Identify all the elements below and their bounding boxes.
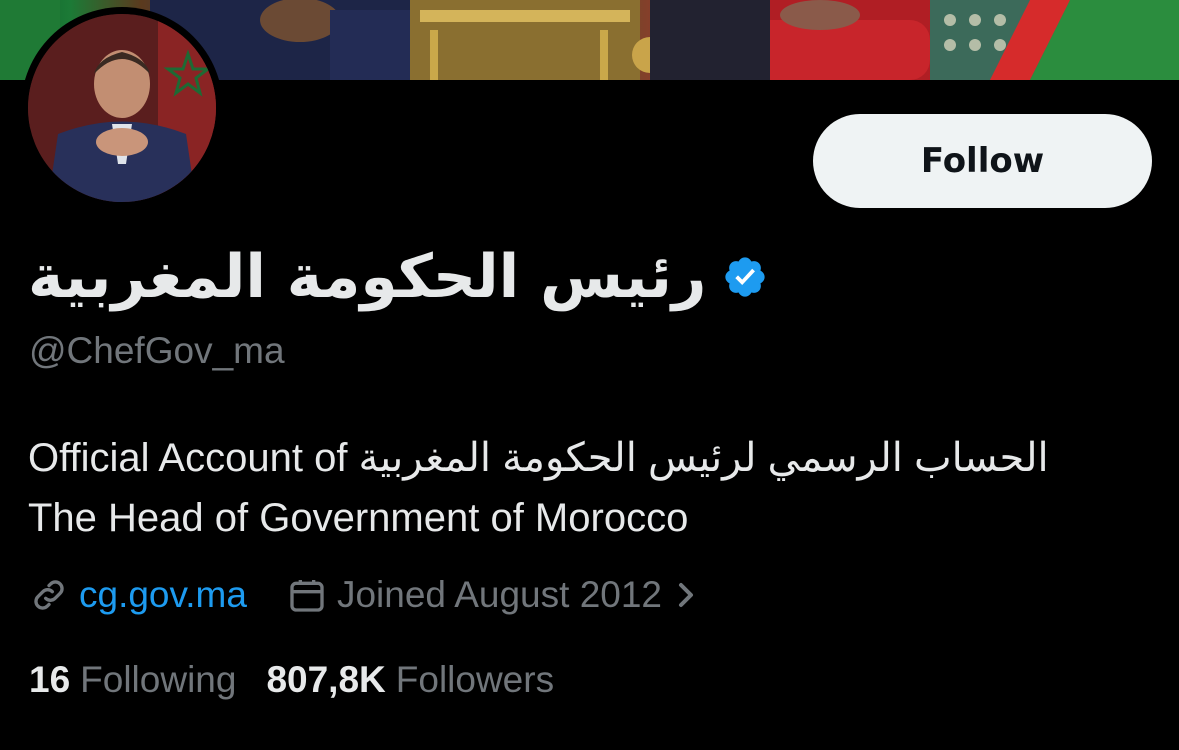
joined-date[interactable]: Joined August 2012 (287, 574, 700, 616)
verified-badge-icon[interactable] (722, 254, 768, 300)
following-count: 16 (29, 659, 71, 700)
following-stat[interactable]: 16 Following (29, 659, 236, 701)
calendar-icon (287, 575, 327, 615)
website-link[interactable]: cg.gov.ma (29, 574, 247, 616)
website-link-text[interactable]: cg.gov.ma (79, 574, 247, 616)
profile-handle: @ChefGov_ma (29, 330, 285, 371)
followers-stat[interactable]: 807,8K Followers (266, 659, 554, 701)
profile-meta: cg.gov.ma Joined August 2012 (29, 570, 700, 620)
follow-button[interactable]: Follow (813, 114, 1152, 208)
link-icon (29, 575, 69, 615)
profile-stats: 16 Following 807,8K Followers (29, 655, 554, 705)
chevron-right-icon[interactable] (672, 575, 700, 615)
profile-bio: Official Account of الحساب الرسمي لرئيس … (28, 428, 1148, 548)
display-name: رئيس الحكومة المغربية (28, 242, 707, 312)
profile-avatar[interactable] (21, 7, 223, 209)
followers-label: Followers (395, 659, 555, 700)
profile-name-row: رئيس الحكومة المغربية (28, 232, 768, 322)
bio-line-2: The Head of Government of Morocco (28, 496, 689, 540)
avatar-photo (28, 14, 216, 202)
joined-text: Joined August 2012 (336, 574, 663, 615)
following-label: Following (80, 659, 237, 700)
followers-count: 807,8K (266, 659, 386, 700)
bio-line-1: Official Account of الحساب الرسمي لرئيس … (28, 436, 1049, 480)
